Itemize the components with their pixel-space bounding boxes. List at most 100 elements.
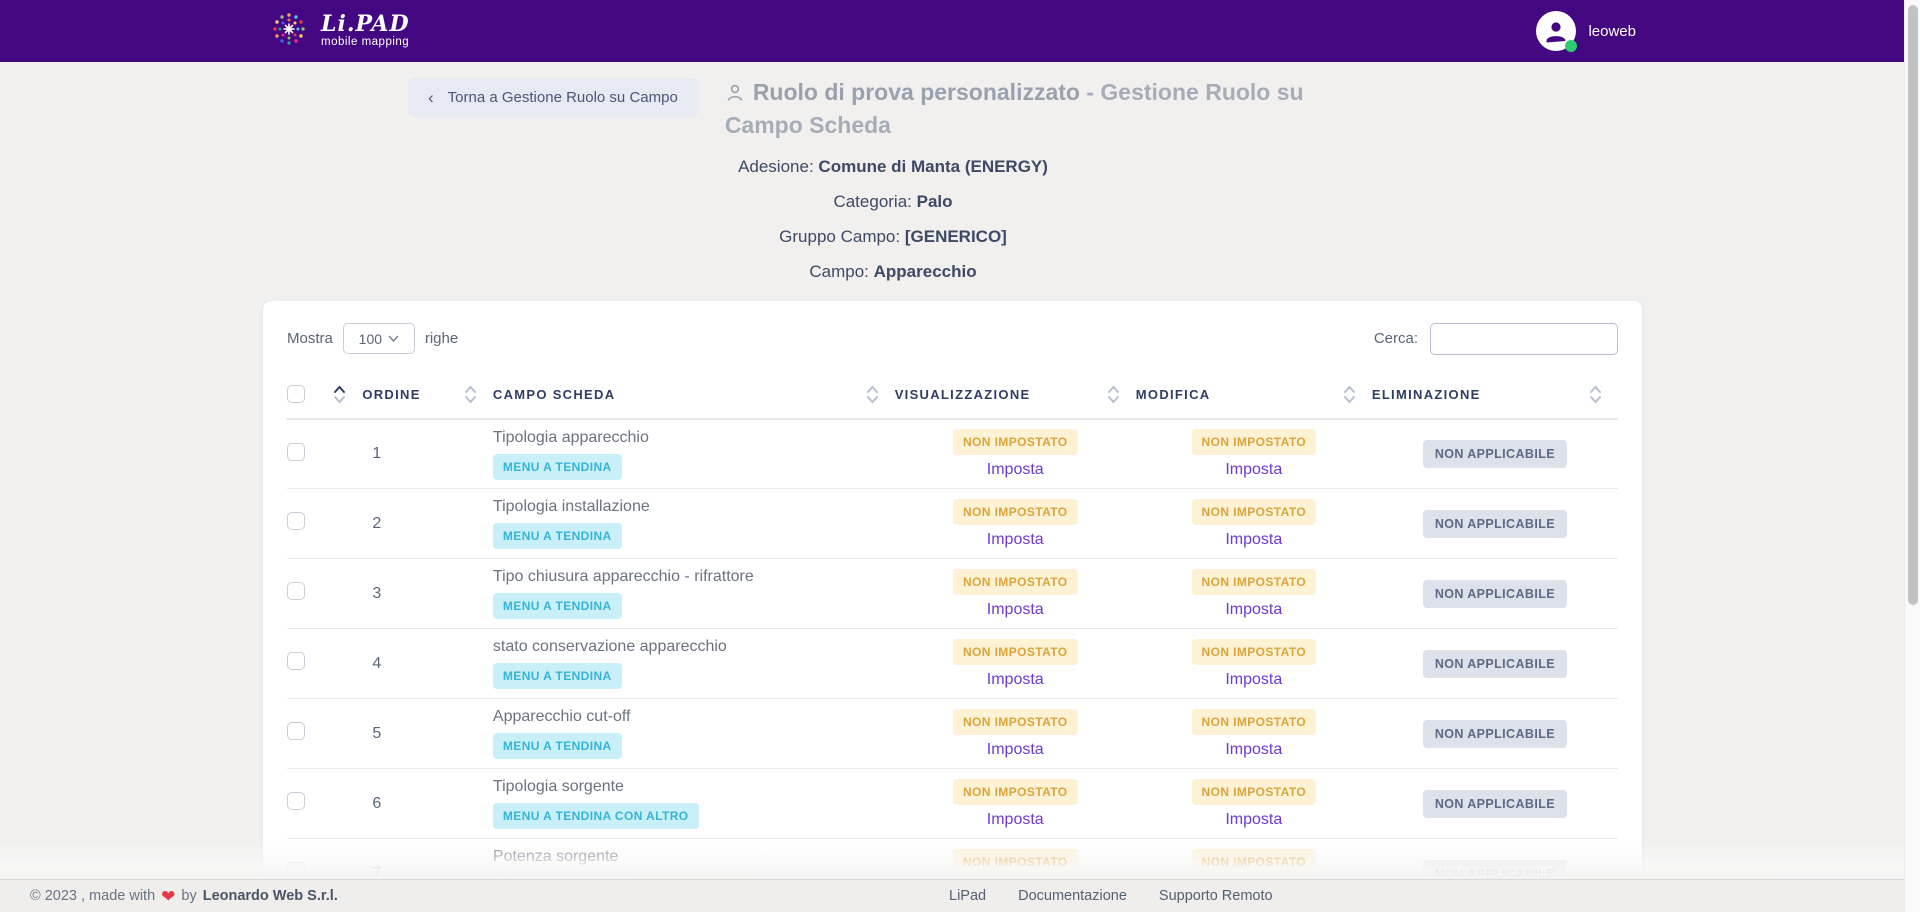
person-icon [1543, 18, 1569, 44]
sort-arrows-ordine[interactable] [464, 385, 477, 404]
eliminazione-status-badge: NON APPLICABILE [1423, 510, 1567, 538]
back-button[interactable]: ‹ Torna a Gestione Ruolo su Campo [408, 78, 698, 117]
table-header-row: ORDINE CAMPO SCHEDA [287, 373, 1618, 419]
role-person-icon [725, 81, 745, 111]
row-checkbox[interactable] [287, 722, 305, 740]
table-body: 1 Tipologia apparecchio MENU A TENDINA N… [287, 419, 1618, 909]
page-title-role-name: Ruolo di prova personalizzato [753, 79, 1080, 105]
campo-tipo-badge: MENU A TENDINA CON ALTRO [493, 803, 699, 829]
modifica-imposta-link[interactable]: Imposta [1136, 741, 1372, 759]
page-length-select[interactable]: 100 [343, 323, 415, 354]
info-categoria: Categoria: Palo [263, 184, 1523, 219]
campo-scheda-name: Tipologia installazione [493, 498, 895, 516]
chevron-down-icon [388, 335, 399, 342]
column-header-eliminazione[interactable]: ELIMINAZIONE [1372, 387, 1481, 402]
heart-icon: ❤ [161, 888, 175, 905]
ordine-value: 2 [362, 515, 381, 532]
campo-tipo-badge: MENU A TENDINA [493, 733, 622, 759]
visualizzazione-imposta-link[interactable]: Imposta [895, 811, 1136, 829]
visualizzazione-status-badge: NON IMPOSTATO [953, 499, 1078, 525]
modifica-status-badge: NON IMPOSTATO [1192, 499, 1317, 525]
row-checkbox[interactable] [287, 652, 305, 670]
footer-link-lipad[interactable]: LiPad [949, 888, 986, 904]
eliminazione-status-badge: NON APPLICABILE [1423, 790, 1567, 818]
modifica-status-badge: NON IMPOSTATO [1192, 639, 1317, 665]
modifica-status-badge: NON IMPOSTATO [1192, 709, 1317, 735]
copyright-text: © 2023 , made with ❤ by Leonardo Web S.r… [30, 888, 338, 905]
user-menu[interactable]: leoweb [1536, 11, 1636, 51]
table-card: Mostra 100 righe Cerca: [263, 301, 1642, 912]
modifica-status-badge: NON IMPOSTATO [1192, 429, 1317, 455]
bottom-fade-overlay [0, 837, 1904, 879]
vertical-scrollbar[interactable] [1904, 0, 1920, 912]
campo-scheda-name: Tipologia apparecchio [493, 429, 895, 447]
visualizzazione-status-badge: NON IMPOSTATO [953, 429, 1078, 455]
modifica-status-badge: NON IMPOSTATO [1192, 779, 1317, 805]
modifica-imposta-link[interactable]: Imposta [1136, 671, 1372, 689]
campo-tipo-badge: MENU A TENDINA [493, 663, 622, 689]
column-header-ordine[interactable]: ORDINE [362, 387, 420, 402]
online-status-dot [1565, 40, 1577, 52]
campi-table: ORDINE CAMPO SCHEDA [287, 373, 1618, 910]
ordine-value: 1 [362, 445, 381, 462]
app-logo[interactable]: Li.PAD mobile mapping [265, 5, 410, 58]
search-label: Cerca: [1374, 330, 1418, 347]
visualizzazione-imposta-link[interactable]: Imposta [895, 671, 1136, 689]
modifica-imposta-link[interactable]: Imposta [1136, 531, 1372, 549]
row-checkbox[interactable] [287, 512, 305, 530]
column-header-campo-scheda[interactable]: CAMPO SCHEDA [493, 387, 616, 402]
visualizzazione-imposta-link[interactable]: Imposta [895, 531, 1136, 549]
row-checkbox[interactable] [287, 792, 305, 810]
logo-burst-icon [265, 5, 313, 58]
scrollbar-thumb[interactable] [1908, 5, 1918, 605]
chevron-left-icon: ‹ [428, 89, 434, 106]
ordine-value: 3 [362, 585, 381, 602]
row-checkbox[interactable] [287, 443, 305, 461]
modifica-imposta-link[interactable]: Imposta [1136, 461, 1372, 479]
ordine-value: 6 [362, 795, 381, 812]
eliminazione-status-badge: NON APPLICABILE [1423, 720, 1567, 748]
info-campo: Campo: Apparecchio [263, 254, 1523, 289]
modifica-imposta-link[interactable]: Imposta [1136, 811, 1372, 829]
table-row: 5 Apparecchio cut-off MENU A TENDINA NON… [287, 699, 1618, 769]
table-toolbar: Mostra 100 righe Cerca: [287, 301, 1618, 373]
sort-arrows-select[interactable] [333, 385, 346, 404]
visualizzazione-imposta-link[interactable]: Imposta [895, 741, 1136, 759]
user-name: leoweb [1588, 23, 1636, 40]
sort-arrows-eliminazione[interactable] [1589, 385, 1602, 404]
page-title: Ruolo di prova personalizzato - Gestione… [725, 78, 1385, 141]
select-all-checkbox[interactable] [287, 385, 305, 403]
main-content: ‹ Torna a Gestione Ruolo su Campo Ruolo … [263, 78, 1642, 912]
campo-tipo-badge: MENU A TENDINA [493, 593, 622, 619]
row-checkbox[interactable] [287, 582, 305, 600]
length-label-suffix: righe [425, 330, 458, 347]
footer-link-supporto-remoto[interactable]: Supporto Remoto [1159, 888, 1273, 904]
length-label-prefix: Mostra [287, 330, 333, 347]
visualizzazione-imposta-link[interactable]: Imposta [895, 601, 1136, 619]
campo-scheda-name: stato conservazione apparecchio [493, 638, 895, 656]
visualizzazione-status-badge: NON IMPOSTATO [953, 639, 1078, 665]
back-button-label: Torna a Gestione Ruolo su Campo [448, 89, 678, 106]
column-header-modifica[interactable]: MODIFICA [1136, 387, 1211, 402]
page-footer: © 2023 , made with ❤ by Leonardo Web S.r… [0, 879, 1920, 912]
column-header-visualizzazione[interactable]: VISUALIZZAZIONE [895, 387, 1031, 402]
visualizzazione-status-badge: NON IMPOSTATO [953, 779, 1078, 805]
table-row: 1 Tipologia apparecchio MENU A TENDINA N… [287, 419, 1618, 489]
info-adesione: Adesione: Comune di Manta (ENERGY) [263, 149, 1523, 184]
modifica-imposta-link[interactable]: Imposta [1136, 601, 1372, 619]
user-avatar[interactable] [1536, 11, 1576, 51]
visualizzazione-imposta-link[interactable]: Imposta [895, 461, 1136, 479]
sort-arrows-campo[interactable] [866, 385, 879, 404]
logo-subtitle: mobile mapping [321, 37, 410, 49]
table-row: 3 Tipo chiusura apparecchio - rifrattore… [287, 559, 1618, 629]
search-input[interactable] [1430, 323, 1618, 355]
sort-arrows-visualizzazione[interactable] [1107, 385, 1120, 404]
logo-title: Li.PAD [321, 13, 410, 35]
ordine-value: 5 [362, 725, 381, 742]
campo-scheda-name: Tipo chiusura apparecchio - rifrattore [493, 568, 895, 586]
campo-scheda-name: Tipologia sorgente [493, 778, 895, 796]
campo-scheda-name: Apparecchio cut-off [493, 708, 895, 726]
info-gruppo-campo: Gruppo Campo: [GENERICO] [263, 219, 1523, 254]
sort-arrows-modifica[interactable] [1343, 385, 1356, 404]
footer-link-documentazione[interactable]: Documentazione [1018, 888, 1127, 904]
